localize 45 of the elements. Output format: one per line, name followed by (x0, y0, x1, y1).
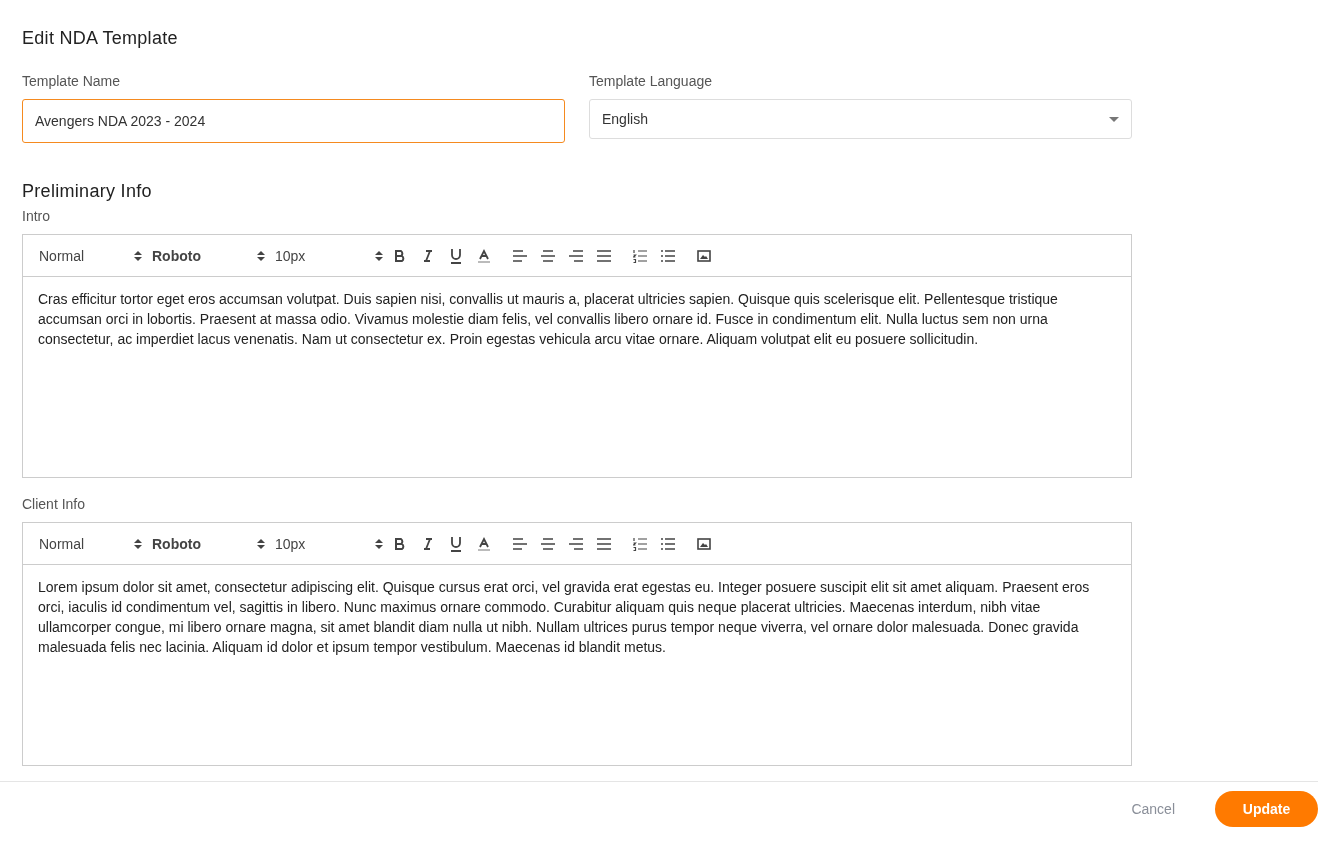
field-label: Template Language (589, 73, 713, 89)
align-justify-icon[interactable] (597, 537, 611, 550)
sort-arrows-icon (134, 538, 142, 549)
sort-arrows-icon (257, 250, 265, 261)
image-icon[interactable] (697, 537, 711, 550)
text-color-icon[interactable] (477, 535, 491, 552)
sort-arrows-icon (375, 538, 383, 549)
format-picker[interactable]: Normal (39, 535, 152, 552)
input-field[interactable]: Avengers NDA 2023 - 2024 (22, 99, 565, 143)
bullet-list-icon[interactable] (661, 249, 675, 262)
caret-icon (1109, 116, 1119, 122)
align-center-icon[interactable] (541, 537, 555, 550)
underline-icon[interactable] (449, 535, 463, 552)
align-center-icon[interactable] (541, 249, 555, 262)
numbered-list-icon[interactable] (633, 248, 647, 263)
underline-icon[interactable] (449, 247, 463, 264)
size-picker[interactable]: 10px (275, 535, 393, 552)
format-picker[interactable]: Normal (39, 247, 152, 264)
sort-arrows-icon (257, 538, 265, 549)
image-icon[interactable] (697, 249, 711, 262)
sort-arrows-icon (375, 250, 383, 261)
page-title: Edit NDA Template (22, 28, 179, 49)
font-picker[interactable]: Roboto (152, 535, 275, 552)
field-label: Template Name (22, 73, 122, 89)
editor-label: Intro (22, 208, 51, 224)
numbered-list-icon[interactable] (633, 536, 647, 551)
align-right-icon[interactable] (569, 249, 583, 262)
align-justify-icon[interactable] (597, 249, 611, 262)
size-picker[interactable]: 10px (275, 247, 393, 264)
editor-paragraph: Cras efficitur tortor eget eros accumsan volutpat. Duis sapien nisi, convallis ut mauris a, placerat ultricies sapien. Quisque quis scelerisque elit. Pellentesque tristique accumsan orci in lobortis. Praesent at massa odio. Vivamus molestie diam felis, vel convallis libero ornare id. Fusce in condimentum elit. Nulla luctus sem non urna consectetur, ac imperdiet lacus venenatis. Nam ut consectetur ex. Proin egestas vehicula arcu vitae ornare. Aliquam volutpat elit eu posuere sollicitudin. (38, 291, 1058, 347)
italic-icon[interactable] (421, 248, 435, 263)
font-picker[interactable]: Roboto (152, 247, 275, 264)
align-left-icon[interactable] (513, 249, 527, 262)
italic-icon[interactable] (421, 536, 435, 551)
align-right-icon[interactable] (569, 537, 583, 550)
align-left-icon[interactable] (513, 537, 527, 550)
text-color-icon[interactable] (477, 247, 491, 264)
bold-icon[interactable] (393, 536, 407, 551)
dropdown-field[interactable]: English (589, 99, 1132, 139)
editor-label: Client Info (22, 496, 87, 512)
bold-icon[interactable] (393, 248, 407, 263)
editor-paragraph: Lorem ipsum dolor sit amet, consectetur adipiscing elit. Quisque cursus erat orci, vel gravida erat egestas eu. Integer posuere suscipit elit sit amet aliquam. Praesent eros orci, iaculis id condimentum vel, sagittis in libero. Nunc maximus ornare commodo. Curabitur aliquam quis neque placerat ultricies. Maecenas interdum, nibh vitae ullamcorper congue, mi libero ornare magna, sit amet blandit diam nulla ut nibh. Nullam ultrices purus tempor neque viverra, vel ornare dolor malesuada. Donec gravida malesuada felis nec lacinia. Aliquam id dolor et ipsum tempor vestibulum. Maecenas id blandit metus. (38, 579, 1090, 655)
bullet-list-icon[interactable] (661, 537, 675, 550)
section-title: Preliminary Info (22, 181, 153, 202)
sort-arrows-icon (134, 250, 142, 261)
